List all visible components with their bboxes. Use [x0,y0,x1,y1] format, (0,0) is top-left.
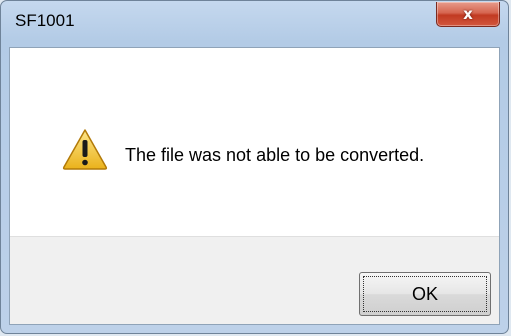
title-bar[interactable]: SF1001 x [1,1,508,47]
message-area: The file was not able to be converted. [10,48,499,236]
button-bar: OK [10,236,499,324]
warning-icon [62,129,108,170]
message-text: The file was not able to be converted. [125,145,425,165]
close-button[interactable]: x [436,2,500,27]
close-icon: x [463,5,473,23]
dialog-title: SF1001 [15,11,75,30]
ok-button-label: OK [411,283,438,304]
dialog-body: The file was not able to be converted. O… [9,47,500,325]
ok-button[interactable]: OK [359,272,491,316]
dialog-window: SF1001 x The file was not able to be con… [0,0,509,334]
